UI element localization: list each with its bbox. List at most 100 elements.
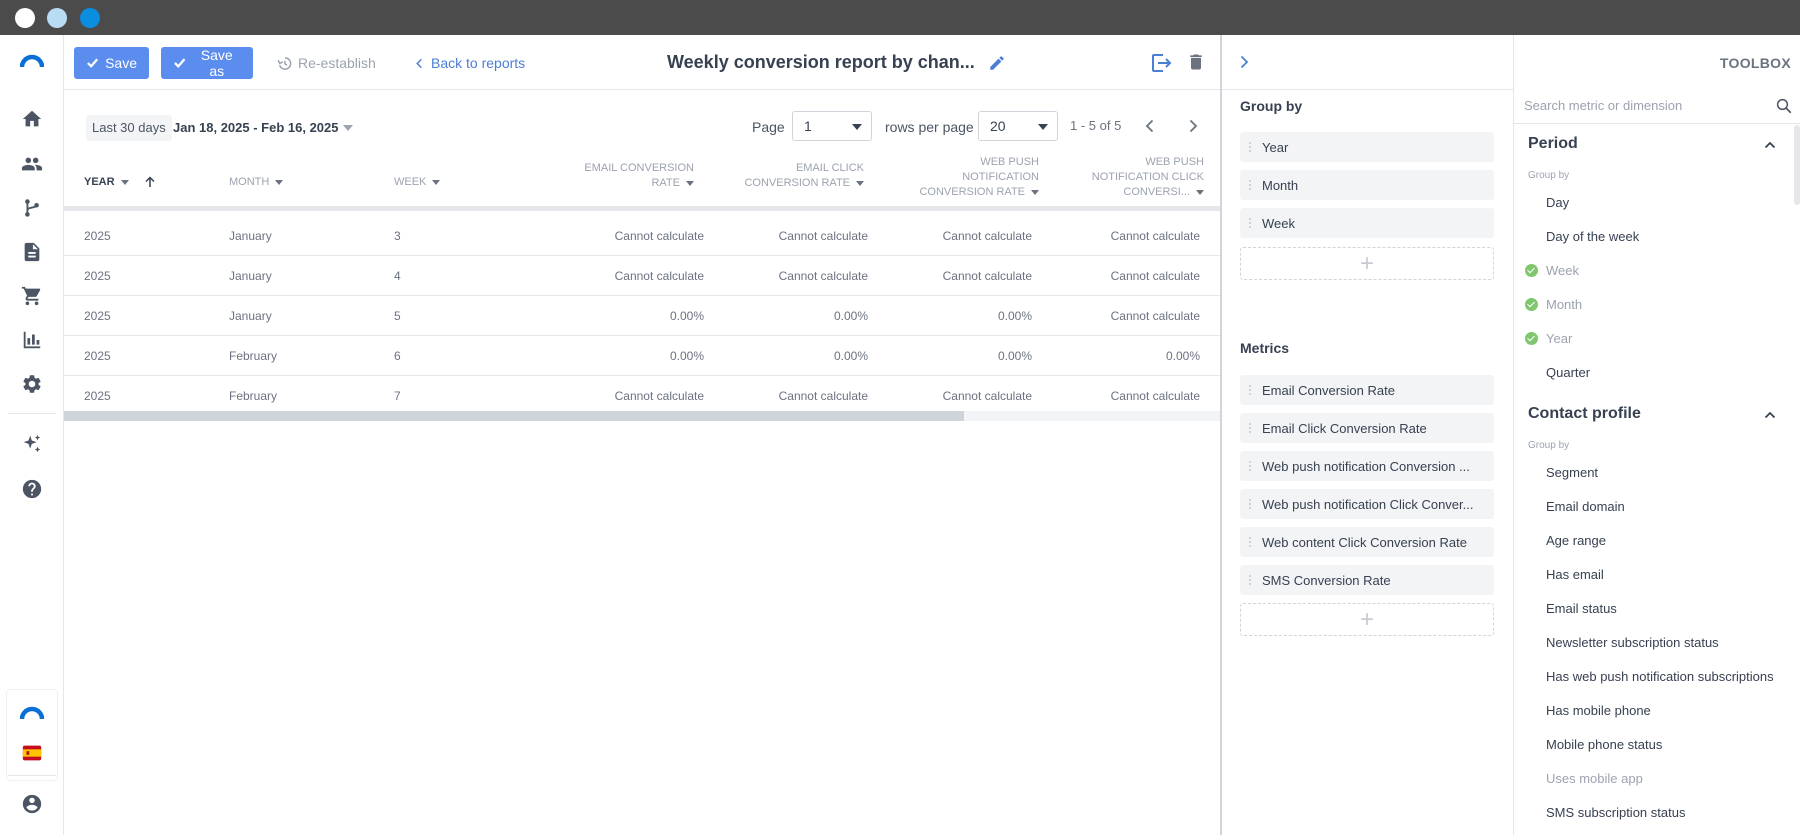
date-preset-chip[interactable]: Last 30 days — [86, 115, 172, 141]
table-cell: Cannot calculate — [614, 229, 704, 243]
table-row[interactable]: 2025 February 6 0.00% 0.00% 0.00% 0.00% — [64, 336, 1220, 376]
drag-handle-icon[interactable] — [1248, 422, 1252, 434]
scrollbar-thumb[interactable] — [64, 411, 964, 421]
report-title[interactable]: Weekly conversion report by chan... — [667, 52, 975, 73]
group-by-chip[interactable]: Year — [1240, 132, 1494, 162]
drag-handle-icon[interactable] — [1248, 141, 1252, 153]
delete-trash-icon[interactable] — [1186, 51, 1206, 73]
toolbox-item[interactable]: Day of the week — [1546, 229, 1639, 244]
column-header-week[interactable]: Week — [394, 175, 441, 190]
chevron-up-icon[interactable] — [1764, 409, 1776, 421]
language-flag-spain-icon[interactable] — [20, 741, 44, 765]
toolbox-item[interactable]: Week — [1546, 263, 1579, 278]
previous-page-icon[interactable] — [1142, 118, 1158, 134]
drag-handle-icon[interactable] — [1248, 384, 1252, 396]
drag-handle-icon[interactable] — [1248, 217, 1252, 229]
toolbox-item[interactable]: Has email — [1546, 567, 1604, 582]
toolbox-item[interactable]: Has web push notification subscriptions — [1546, 669, 1774, 684]
drag-handle-icon[interactable] — [1248, 574, 1252, 586]
column-header-email-click-conversion-rate[interactable]: Email Click Conversion Rate — [744, 161, 864, 191]
group-by-chip[interactable]: Week — [1240, 208, 1494, 238]
toolbox-item[interactable]: SMS subscription status — [1546, 805, 1685, 820]
toolbox-item[interactable]: Newsletter subscription status — [1546, 635, 1719, 650]
add-metric-button[interactable]: + — [1240, 603, 1494, 636]
drag-handle-icon[interactable] — [1248, 536, 1252, 548]
content-document-icon[interactable] — [20, 240, 44, 264]
search-metric-input[interactable] — [1524, 98, 1764, 113]
toolbox-item[interactable]: Mobile phone status — [1546, 737, 1662, 752]
user-profile-icon[interactable] — [20, 792, 44, 816]
window-minimize-button[interactable] — [47, 8, 67, 28]
toolbox-item[interactable]: Day — [1546, 195, 1569, 210]
edit-pencil-icon[interactable] — [988, 54, 1006, 72]
selected-check-icon — [1525, 332, 1538, 345]
toolbox-item[interactable]: Email domain — [1546, 499, 1625, 514]
toolbox-item[interactable]: Year — [1546, 331, 1572, 346]
sort-ascending-icon[interactable] — [144, 176, 156, 188]
toolbox-scrollbar[interactable] — [1794, 125, 1800, 205]
add-group-by-button[interactable]: + — [1240, 247, 1494, 280]
date-range-caret-icon[interactable] — [343, 125, 353, 131]
metric-chip[interactable]: SMS Conversion Rate — [1240, 565, 1494, 595]
drag-handle-icon[interactable] — [1248, 498, 1252, 510]
cart-icon[interactable] — [20, 284, 44, 308]
settings-gear-icon[interactable] — [20, 372, 44, 396]
page-select[interactable]: 1 — [792, 111, 872, 141]
toolbox-item[interactable]: Has mobile phone — [1546, 703, 1651, 718]
date-range-picker[interactable]: Jan 18, 2025 - Feb 16, 2025 — [173, 120, 339, 135]
table-cell: Cannot calculate — [1110, 229, 1200, 243]
export-icon[interactable] — [1149, 51, 1173, 75]
back-to-reports-link[interactable]: Back to reports — [414, 55, 525, 71]
metrics-title: Metrics — [1240, 340, 1290, 356]
window-maximize-button[interactable] — [80, 8, 100, 28]
toolbox-item[interactable]: Segment — [1546, 465, 1598, 480]
ai-sparkle-icon[interactable] — [20, 432, 44, 456]
metric-chip[interactable]: Web push notification Click Conver... — [1240, 489, 1494, 519]
automation-flow-icon[interactable] — [20, 196, 44, 220]
table-row[interactable]: 2025 January 3 Cannot calculate Cannot calcu… — [64, 216, 1220, 256]
chevron-up-icon[interactable] — [1764, 139, 1776, 151]
home-icon[interactable] — [20, 107, 44, 131]
drag-handle-icon[interactable] — [1248, 460, 1252, 472]
column-header-email-conversion-rate[interactable]: Email Conversion Rate — [564, 161, 694, 191]
help-icon[interactable] — [20, 477, 44, 501]
period-section-title[interactable]: Period — [1528, 135, 1578, 153]
metric-chip[interactable]: Web push notification Conversion ... — [1240, 451, 1494, 481]
save-as-button[interactable]: Save as — [161, 47, 253, 79]
brand-logo-icon[interactable] — [20, 49, 44, 73]
table-row[interactable]: 2025 January 4 Cannot calculate Cannot calcu… — [64, 256, 1220, 296]
rows-per-page-select[interactable]: 20 — [978, 111, 1058, 141]
toolbox-item[interactable]: Email status — [1546, 601, 1617, 616]
toolbox-item[interactable]: Uses mobile app — [1546, 771, 1643, 786]
toolbox-item[interactable]: Quarter — [1546, 365, 1590, 380]
metric-chip[interactable]: Web content Click Conversion Rate — [1240, 527, 1494, 557]
chip-label: Web push notification Click Conver... — [1262, 496, 1474, 512]
column-header-year[interactable]: Year — [84, 175, 156, 190]
table-cell: Cannot calculate — [942, 229, 1032, 243]
column-header-month[interactable]: Month — [229, 175, 284, 190]
table-cell: 5 — [394, 309, 401, 323]
account-logo-icon[interactable] — [20, 701, 44, 725]
table-cell: 6 — [394, 349, 401, 363]
metric-chip[interactable]: Email Click Conversion Rate — [1240, 413, 1494, 443]
contacts-icon[interactable] — [20, 152, 44, 176]
toolbox-item[interactable]: Age range — [1546, 533, 1606, 548]
column-header-web-push-click-conversion-rate[interactable]: Web Push Notification Click Conversi... — [1074, 155, 1204, 200]
save-button[interactable]: Save — [74, 47, 149, 79]
drag-handle-icon[interactable] — [1248, 179, 1252, 191]
horizontal-scrollbar[interactable] — [64, 411, 1220, 421]
reports-chart-icon[interactable] — [20, 328, 44, 352]
window-close-button[interactable] — [15, 8, 35, 28]
history-icon — [277, 56, 292, 70]
contact-profile-section-title[interactable]: Contact profile — [1528, 405, 1641, 423]
next-page-icon[interactable] — [1185, 118, 1201, 134]
table-cell: Cannot calculate — [1110, 269, 1200, 283]
metric-chip[interactable]: Email Conversion Rate — [1240, 375, 1494, 405]
group-by-chip[interactable]: Month — [1240, 170, 1494, 200]
table-row[interactable]: 2025 February 7 Cannot calculate Cannot calc… — [64, 376, 1220, 416]
toolbox-item[interactable]: Month — [1546, 297, 1582, 312]
search-icon[interactable] — [1775, 97, 1793, 115]
column-header-web-push-conversion-rate[interactable]: Web Push Notification Conversion Rate — [914, 155, 1039, 200]
table-row[interactable]: 2025 January 5 0.00% 0.00% 0.00% Cannot calcul… — [64, 296, 1220, 336]
re-establish-button[interactable]: Re-establish — [277, 55, 376, 71]
